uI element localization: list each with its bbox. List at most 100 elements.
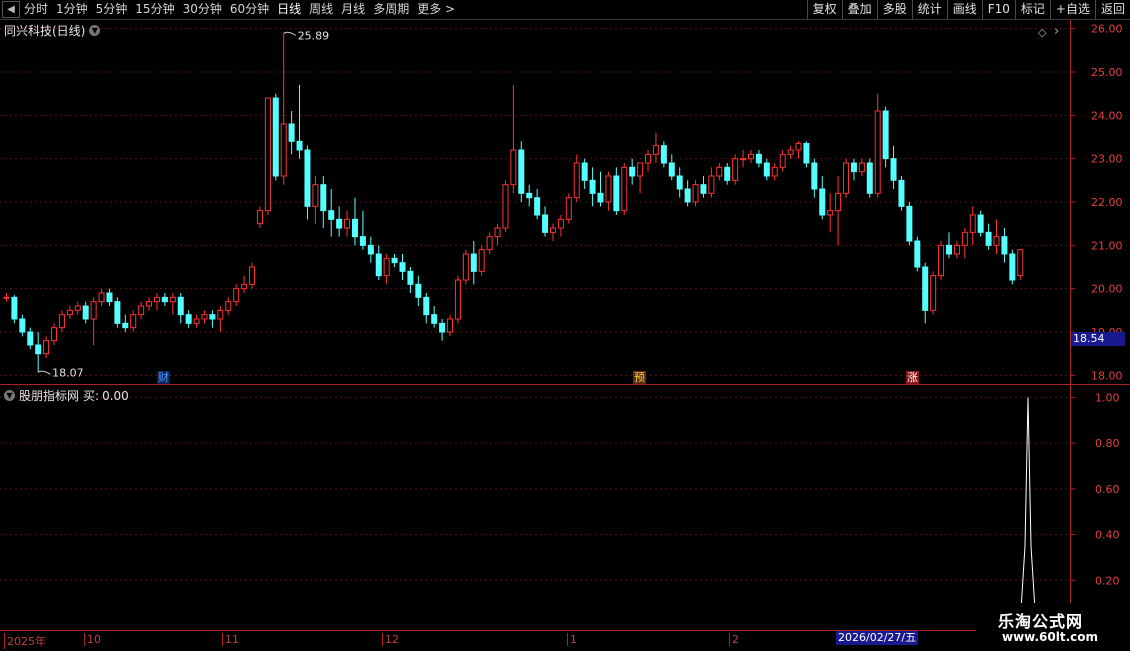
candle xyxy=(462,249,469,285)
candle-body xyxy=(114,301,121,324)
period-tab-7[interactable]: 周线 xyxy=(305,0,337,19)
candle xyxy=(874,93,881,198)
candle-body xyxy=(858,162,865,173)
event-marker-0[interactable]: 财 xyxy=(157,371,170,384)
candle xyxy=(241,275,248,293)
period-tab-2[interactable]: 5分钟 xyxy=(92,0,132,19)
candle xyxy=(906,202,913,246)
candle xyxy=(755,150,762,168)
candle-body xyxy=(645,153,652,164)
high-price-label: 25.89 xyxy=(298,29,330,42)
period-tab-8[interactable]: 月线 xyxy=(337,0,369,19)
candle xyxy=(581,158,588,189)
candle-body xyxy=(882,110,889,160)
candle-body xyxy=(581,162,588,181)
candle xyxy=(27,327,34,350)
low-pointer xyxy=(37,370,51,375)
toolbar-button-1[interactable]: 叠加 xyxy=(841,0,877,19)
candle xyxy=(439,319,446,341)
period-tab-0[interactable]: 分时 xyxy=(20,0,52,19)
candle-body xyxy=(985,231,992,246)
toolbar-button-4[interactable]: 画线 xyxy=(946,0,982,19)
candlestick-chart[interactable]: 25.89 18.07 xyxy=(0,20,1070,384)
candle xyxy=(1001,228,1008,263)
toolbar-button-5[interactable]: F10 xyxy=(981,0,1015,19)
candle xyxy=(724,163,731,185)
toolbar-button-3[interactable]: 统计 xyxy=(911,0,947,19)
candle xyxy=(407,267,414,293)
event-marker-2[interactable]: 涨 xyxy=(906,371,919,384)
candle-body xyxy=(43,340,50,355)
cursor-date: 2026/02/27/五 xyxy=(836,631,919,645)
period-tab-4[interactable]: 30分钟 xyxy=(179,0,226,19)
candle-body xyxy=(819,188,826,216)
period-tab-6[interactable]: 日线 xyxy=(273,0,305,19)
candle-body xyxy=(850,162,857,173)
candle xyxy=(866,158,873,198)
candle-body xyxy=(336,218,343,229)
diamond-icon[interactable]: ◇ xyxy=(1038,26,1046,39)
candle xyxy=(169,293,176,315)
candle-body xyxy=(161,296,168,303)
price-chart-panel[interactable]: 25.89 18.07 同兴科技(日线) ▼ 财 预 涨 xyxy=(0,20,1070,384)
candle xyxy=(328,189,335,237)
period-tab-1[interactable]: 1分钟 xyxy=(52,0,92,19)
candle xyxy=(193,314,200,328)
indicator-tick-label: 1.00 xyxy=(1095,391,1120,404)
candle xyxy=(708,167,715,198)
indicator-y-axis: 1.00 0.80 0.60 0.40 0.20 xyxy=(1071,391,1120,587)
candle xyxy=(122,314,129,332)
candle-body xyxy=(597,192,604,203)
toolbar-button-2[interactable]: 多股 xyxy=(876,0,912,19)
candle xyxy=(953,241,960,259)
candle xyxy=(98,288,105,306)
candle-body xyxy=(233,288,240,303)
candle-body xyxy=(272,97,279,177)
candle xyxy=(43,336,50,358)
toolbar-button-8[interactable]: 返回 xyxy=(1094,0,1130,19)
candle xyxy=(470,241,477,285)
candle xyxy=(256,206,263,228)
indicator-dropdown-icon[interactable]: ▼ xyxy=(4,390,15,401)
buy-signal-line xyxy=(1019,397,1037,627)
toolbar-button-6[interactable]: 标记 xyxy=(1014,0,1050,19)
candle-body xyxy=(90,301,97,320)
indicator-panel[interactable]: ▼ 股朋指标网 买: 0.00 xyxy=(0,386,1070,627)
period-tab-10[interactable]: 更多 > xyxy=(413,0,459,19)
candle-body xyxy=(130,314,137,329)
period-tab-5[interactable]: 60分钟 xyxy=(226,0,273,19)
candle xyxy=(660,141,667,168)
indicator-chart[interactable] xyxy=(0,386,1070,627)
candle xyxy=(233,284,240,306)
candle-body xyxy=(637,162,644,177)
back-nav-icon[interactable]: ◀ xyxy=(2,1,20,18)
candle xyxy=(716,163,723,181)
candle xyxy=(597,171,604,207)
candle-body xyxy=(605,175,612,203)
candle-body xyxy=(526,192,533,199)
toolbar-button-7[interactable]: +自选 xyxy=(1049,0,1095,19)
title-dropdown-icon[interactable]: ▼ xyxy=(89,25,101,36)
buy-label: 买: xyxy=(83,389,100,403)
candle-body xyxy=(740,158,747,161)
candle-body xyxy=(312,184,319,207)
candle-body xyxy=(177,296,184,316)
candle-body xyxy=(201,314,208,320)
candle xyxy=(114,297,121,328)
event-marker-1[interactable]: 预 xyxy=(633,371,646,384)
candle xyxy=(613,167,620,215)
candle-body xyxy=(11,296,18,320)
period-tab-3[interactable]: 15分钟 xyxy=(131,0,178,19)
candle-body xyxy=(296,140,303,151)
candle-body xyxy=(193,318,200,324)
candle xyxy=(858,158,865,176)
current-price-tag: 18.54 xyxy=(1071,332,1125,346)
period-tab-9[interactable]: 多周期 xyxy=(369,0,413,19)
candle-body xyxy=(510,149,517,186)
chevron-right-icon[interactable]: › xyxy=(1054,24,1059,39)
candle-body xyxy=(264,97,271,212)
toolbar-button-0[interactable]: 复权 xyxy=(806,0,842,19)
time-tick-label: 2025年 xyxy=(4,633,46,649)
candle-body xyxy=(241,283,248,290)
candle xyxy=(787,145,794,159)
